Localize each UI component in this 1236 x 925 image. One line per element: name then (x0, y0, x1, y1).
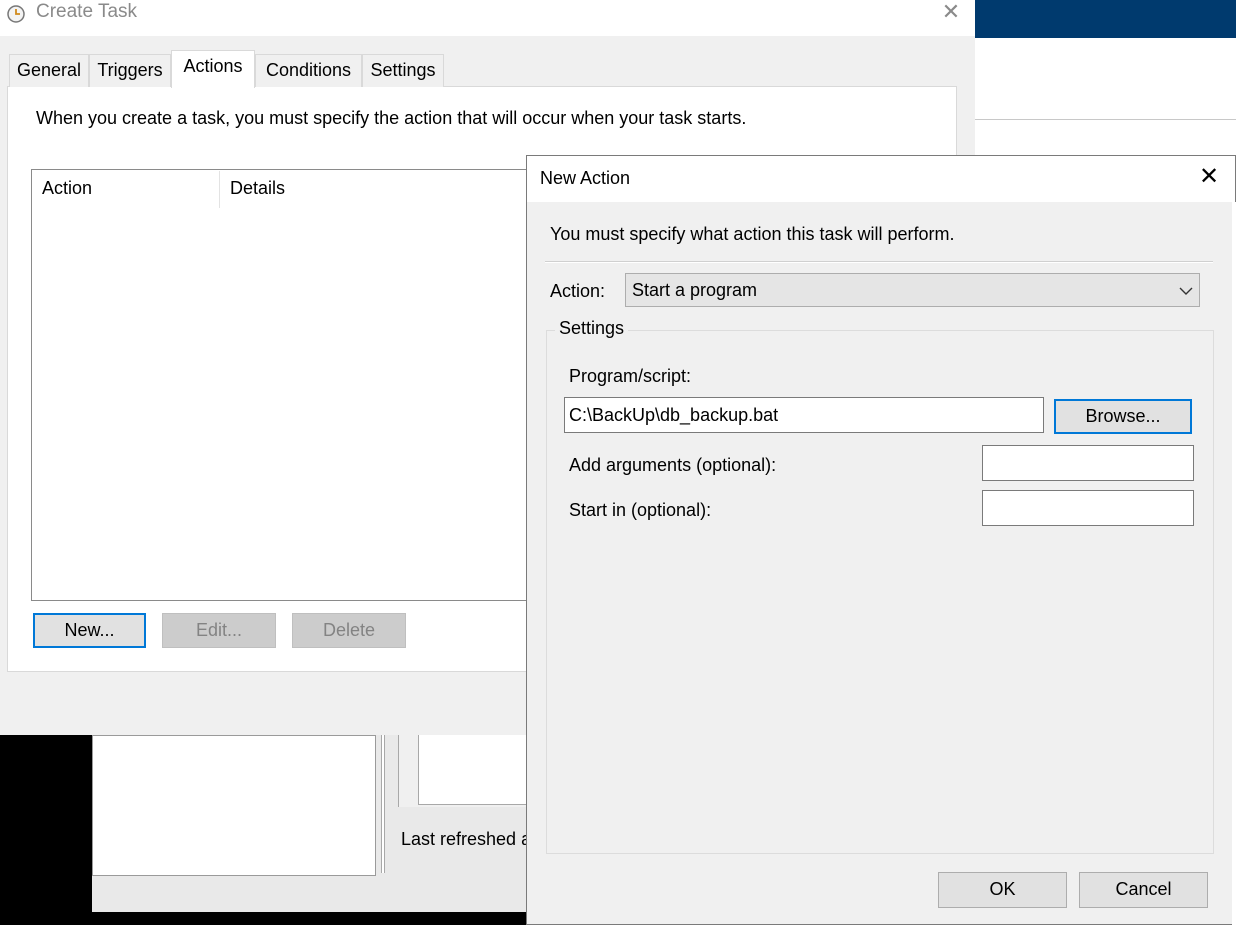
new-action-intro-text: You must specify what action this task w… (550, 224, 955, 244)
dialog-edge (1232, 202, 1236, 925)
column-header-details[interactable]: Details (230, 178, 285, 199)
tab-general[interactable]: General (9, 54, 89, 87)
chevron-down-icon[interactable] (1176, 281, 1196, 301)
edit-action-button[interactable]: Edit... (162, 613, 276, 648)
start-in-label: Start in (optional): (569, 500, 712, 520)
actions-intro-text: When you create a task, you must specify… (36, 108, 747, 128)
ok-button[interactable]: OK (938, 872, 1067, 908)
host-app-header (975, 0, 1236, 38)
delete-action-button[interactable]: Delete (292, 613, 406, 648)
add-arguments-input[interactable] (982, 445, 1194, 481)
host-app-divider (975, 119, 1236, 120)
start-in-input[interactable] (982, 490, 1194, 526)
create-task-title: Create Task (36, 1, 138, 22)
tab-triggers[interactable]: Triggers (89, 54, 171, 87)
program-script-input[interactable]: C:\BackUp\db_backup.bat (564, 397, 1044, 433)
new-action-title: New Action (540, 168, 631, 188)
new-action-button[interactable]: New... (33, 613, 146, 648)
tab-settings[interactable]: Settings (362, 54, 444, 87)
host-app-list-panel (92, 735, 376, 876)
action-type-label: Action: (550, 281, 606, 301)
column-divider[interactable] (219, 171, 220, 208)
new-action-titlebar[interactable] (527, 156, 1235, 202)
actions-list[interactable] (31, 169, 531, 601)
host-app-detail-box (418, 735, 528, 805)
create-task-titlebar[interactable] (0, 0, 975, 36)
program-script-label: Program/script: (569, 366, 692, 386)
settings-group-label: Settings (555, 318, 629, 339)
column-header-action[interactable]: Action (42, 178, 92, 199)
close-icon[interactable]: ✕ (1195, 163, 1223, 191)
divider (545, 261, 1213, 263)
browse-button[interactable]: Browse... (1054, 399, 1192, 434)
add-arguments-label: Add arguments (optional): (569, 455, 777, 475)
clock-icon (7, 5, 25, 23)
close-icon[interactable]: ✕ (936, 0, 966, 26)
action-type-value: Start a program (632, 280, 758, 300)
tab-actions[interactable]: Actions (171, 50, 255, 88)
host-app-splitter[interactable] (381, 735, 385, 873)
tab-conditions[interactable]: Conditions (255, 54, 362, 87)
last-refreshed-status: Last refreshed a (401, 829, 527, 849)
cancel-button[interactable]: Cancel (1079, 872, 1208, 908)
